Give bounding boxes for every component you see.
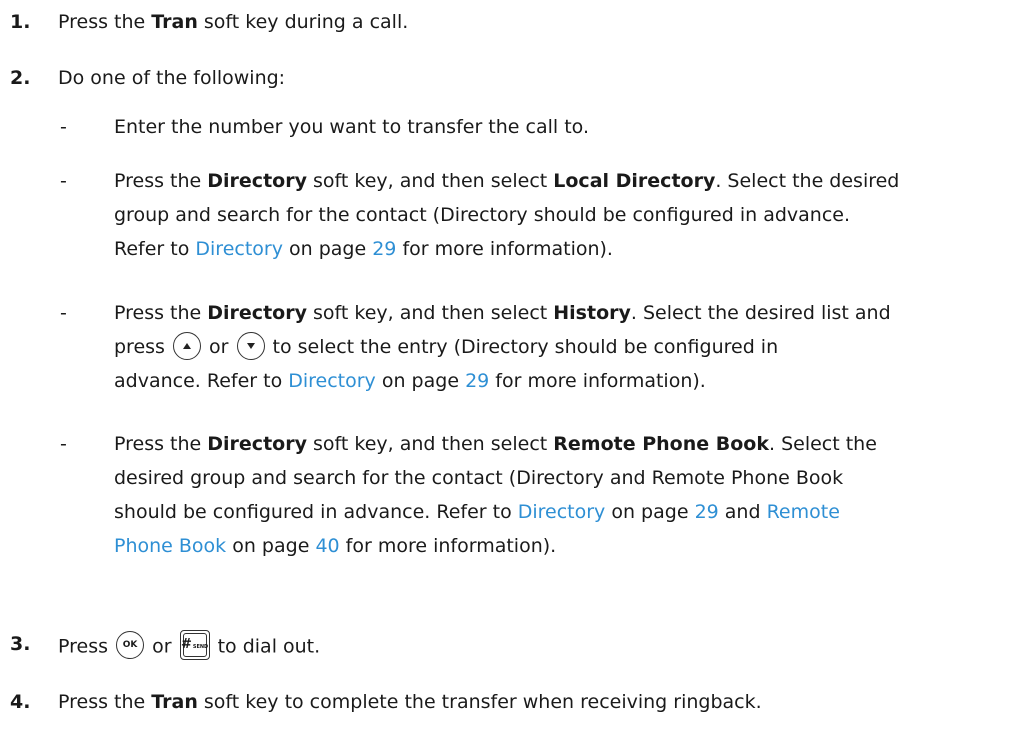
option-text: on page [282,238,373,260]
option-text: Press the [114,170,208,192]
page-link[interactable]: 29 [695,501,719,523]
step-number: 3. [10,633,31,655]
menu-name: Remote Phone Book [553,433,769,455]
list-dash: - [60,116,67,138]
directory-link[interactable]: Directory [518,501,606,523]
up-arrow-key-icon [172,331,201,360]
option-text: and [718,501,767,523]
option-text: for more information). [489,370,706,392]
option-text: should be configured in advance. Refer t… [114,501,518,523]
step-text: soft key to complete the transfer when r… [197,691,762,713]
step-text: to dial out. [211,635,321,658]
soft-key-name: Directory [207,433,307,455]
option-text: Press the [114,302,208,324]
option-text: on page [375,370,466,392]
send-key-icon: # SEND [179,630,210,660]
step-text: Press the [58,691,152,713]
step-number: 4. [10,691,31,713]
list-dash: - [60,170,67,192]
step-text: or [146,635,178,658]
page-link[interactable]: 29 [465,370,489,392]
option-text: Enter the number you want to transfer th… [114,116,589,138]
soft-key-name: Directory [207,170,307,192]
option-text: . Select the desired [715,170,900,192]
option-text: press [114,336,171,358]
directory-link[interactable]: Directory [195,238,283,260]
option-text: . Select the desired list and [630,302,891,324]
option-text: . Select the [768,433,877,455]
soft-key-name: Directory [207,302,307,324]
option-text: Refer to [114,238,196,260]
option-text: on page [226,535,316,557]
option-text: Press the [114,433,208,455]
menu-name: Local Directory [553,170,716,192]
step-number: 1. [10,11,31,33]
document-page: 1. Press the Tran soft key during a call… [0,0,1016,731]
page-link[interactable]: 40 [315,535,339,557]
remote-phone-book-link[interactable]: Phone Book [114,535,226,557]
step-number: 2. [10,67,31,89]
list-dash: - [60,302,67,324]
menu-name: History [553,302,631,324]
option-text: for more information). [396,238,613,260]
option-text: soft key, and then select [306,170,554,192]
option-text: soft key, and then select [306,433,554,455]
option-text: desired group and search for the contact… [114,467,844,489]
page-link[interactable]: 29 [372,238,396,260]
option-text: advance. Refer to [114,370,289,392]
soft-key-name: Tran [151,691,198,713]
soft-key-name: Tran [151,11,198,33]
step-text: Press the [58,11,152,33]
option-text: group and search for the contact (Direct… [114,204,851,226]
option-text: for more information). [339,535,557,557]
list-dash: - [60,433,67,455]
step-text: Press [58,635,115,658]
option-text: on page [605,501,695,523]
ok-key-icon: OK [116,631,145,659]
option-text: to select the entry (Directory should be… [266,336,779,358]
option-text: or [202,336,235,358]
remote-phone-book-link[interactable]: Remote [767,501,840,523]
step-text: Do one of the following: [58,67,286,89]
option-text: soft key, and then select [306,302,554,324]
step-text: soft key during a call. [197,11,409,33]
down-arrow-key-icon [236,331,265,360]
directory-link[interactable]: Directory [288,370,376,392]
